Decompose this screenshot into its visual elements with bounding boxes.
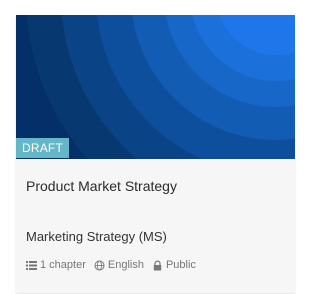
language-indicator: English [94, 259, 144, 271]
language-label: English [107, 259, 144, 271]
globe-icon [94, 260, 105, 271]
chapters-count: 1 chapter [26, 259, 86, 271]
course-meta: 1 chapter English Public [26, 259, 204, 271]
visibility-indicator: Public [152, 259, 196, 271]
visibility-label: Public [165, 259, 196, 271]
course-cover-image[interactable]: DRAFT [16, 15, 295, 159]
status-badge: DRAFT [16, 138, 69, 158]
course-title[interactable]: Product Market Strategy [26, 178, 177, 194]
lock-icon [152, 260, 163, 271]
course-subtitle: Marketing Strategy (MS) [26, 229, 167, 244]
course-card[interactable]: DRAFT Product Market Strategy Marketing … [16, 15, 295, 293]
chapters-label: 1 chapter [40, 259, 86, 271]
list-icon [26, 260, 37, 271]
